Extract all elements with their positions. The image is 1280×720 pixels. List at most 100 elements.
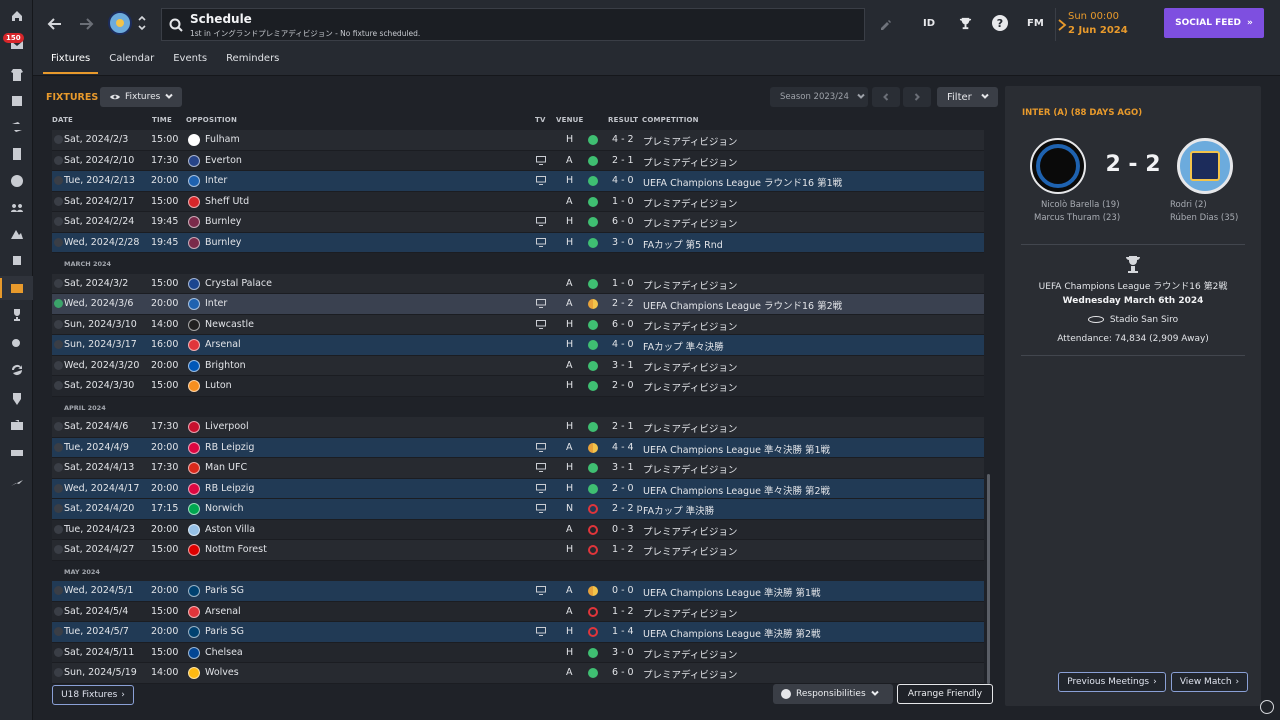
fixture-score[interactable]: 4 - 4 [612, 442, 634, 453]
back-button[interactable] [45, 14, 65, 34]
inter-crest[interactable] [1030, 138, 1086, 194]
opponent-name[interactable]: Brighton [205, 360, 246, 371]
fixture-row[interactable]: Tue, 2024/2/13 20:00 Inter H 4 - 0 UEFA Champ… [52, 171, 984, 192]
man-city-crest[interactable] [1177, 138, 1233, 194]
fixture-competition[interactable]: プレミアディビジョン [643, 155, 737, 169]
fixture-score[interactable]: 0 - 3 [612, 524, 634, 535]
fixture-competition[interactable]: プレミアディビジョン [643, 380, 737, 394]
col-competition[interactable]: COMPETITION [642, 116, 699, 124]
fixture-row[interactable]: Tue, 2024/5/7 20:00 Paris SG H 1 - 4 UEFA Cha… [52, 622, 984, 643]
fixture-score[interactable]: 2 - 0 [612, 483, 634, 494]
opponent-name[interactable]: Everton [205, 155, 242, 166]
rail-squad-planner-button[interactable] [0, 89, 33, 113]
fixture-score[interactable]: 1 - 2 [612, 544, 634, 555]
opponent-name[interactable]: Inter [205, 298, 227, 309]
fixture-score[interactable]: 4 - 0 [612, 339, 634, 350]
fixture-row[interactable]: Sat, 2024/5/4 15:00 Arsenal A 1 - 2 プレミアディビジョ… [52, 601, 984, 622]
u18-fixtures-button[interactable]: U18 Fixtures › [52, 685, 134, 705]
fixture-row[interactable]: Sun, 2024/3/10 14:00 Newcastle H 6 - 0 プレミアディ… [52, 314, 984, 335]
fixture-score[interactable]: 2 - 1 [612, 421, 634, 432]
fixture-competition[interactable]: プレミアディビジョン [643, 421, 737, 435]
fixture-row[interactable]: Sat, 2024/2/17 15:00 Sheff Utd A 1 - 0 プレミアディ… [52, 191, 984, 212]
continue-date[interactable]: Sun 00:00 2 Jun 2024 [1055, 8, 1173, 41]
opponent-name[interactable]: Nottm Forest [205, 544, 267, 555]
rail-competitions-button[interactable] [0, 303, 33, 327]
opponent-name[interactable]: Norwich [205, 503, 243, 514]
rail-transfers-button[interactable] [0, 115, 33, 139]
arrange-friendly-button[interactable]: Arrange Friendly [897, 684, 993, 704]
fm-menu-button[interactable]: FM [1027, 14, 1044, 32]
fixture-score[interactable]: 1 - 4 [612, 626, 634, 637]
fixture-row[interactable]: Sat, 2024/5/11 15:00 Chelsea H 3 - 0 プレミアディビジ… [52, 642, 984, 663]
fixture-row[interactable]: Sat, 2024/2/10 17:30 Everton A 2 - 1 プレミアディビジ… [52, 150, 984, 171]
fixture-row[interactable]: Sun, 2024/5/19 14:00 Wolves A 6 - 0 プレミアディビジョ… [52, 663, 984, 684]
opponent-name[interactable]: Sheff Utd [205, 196, 249, 207]
help-button[interactable]: ? [992, 14, 1008, 32]
fixture-row[interactable]: Sat, 2024/4/6 17:30 Liverpool H 2 - 1 プレミアディビ… [52, 417, 984, 438]
rail-squad-button[interactable] [0, 63, 33, 87]
opponent-name[interactable]: Liverpool [205, 421, 249, 432]
rail-refresh-button[interactable] [0, 358, 33, 382]
rail-schedule-button[interactable] [0, 276, 33, 300]
scrollbar[interactable] [987, 474, 990, 684]
fixture-competition[interactable]: プレミアディビジョン [643, 524, 737, 538]
prev-season-button[interactable] [872, 87, 900, 107]
rail-search-button[interactable] [0, 332, 33, 356]
page-title-bar[interactable]: Schedule 1st in イングランドプレミアディビジョン - No fi… [161, 8, 865, 41]
fixture-score[interactable]: 4 - 2 [612, 134, 634, 145]
fixture-competition[interactable]: UEFA Champions League 準決勝 第1戦 [643, 585, 821, 599]
forward-button[interactable] [76, 14, 96, 34]
fixture-row[interactable]: Sat, 2024/4/20 17:15 Norwich N 2 - 2 p FAカップ … [52, 499, 984, 520]
fixture-score[interactable]: 3 - 1 [612, 360, 634, 371]
tab-calendar[interactable]: Calendar [101, 51, 162, 74]
fixture-score[interactable]: 1 - 0 [612, 196, 634, 207]
fixture-score[interactable]: 2 - 0 [612, 380, 634, 391]
rail-scouting-button[interactable] [0, 142, 33, 166]
fixture-competition[interactable]: プレミアディビジョン [643, 667, 737, 681]
fixture-competition[interactable]: UEFA Champions League ラウンド16 第2戦 [643, 298, 842, 312]
fixture-competition[interactable]: UEFA Champions League ラウンド16 第1戦 [643, 175, 842, 189]
fixture-score[interactable]: 3 - 1 [612, 462, 634, 473]
fixture-competition[interactable]: FAカップ 第5 Rnd [643, 237, 723, 251]
fixture-score[interactable]: 1 - 2 [612, 606, 634, 617]
responsibilities-button[interactable]: Responsibilities [773, 684, 893, 704]
view-match-button[interactable]: View Match › [1171, 672, 1248, 692]
fixture-score[interactable]: 2 - 1 [612, 155, 634, 166]
fixture-row[interactable]: Tue, 2024/4/9 20:00 RB Leipzig A 4 - 4 UEFA C… [52, 437, 984, 458]
fixture-competition[interactable]: プレミアディビジョン [643, 462, 737, 476]
rail-dev-centre-button[interactable] [0, 440, 33, 464]
opponent-name[interactable]: Paris SG [205, 585, 244, 596]
opponent-name[interactable]: Wolves [205, 667, 239, 678]
tab-reminders[interactable]: Reminders [218, 51, 287, 74]
filter-button[interactable]: Filter [937, 87, 998, 107]
tab-events[interactable]: Events [165, 51, 215, 74]
fixture-row[interactable]: Sat, 2024/2/3 15:00 Fulham H 4 - 2 プレミアディビジョン [52, 130, 984, 151]
opponent-name[interactable]: Arsenal [205, 339, 241, 350]
rail-home-button[interactable] [0, 4, 33, 28]
fixture-competition[interactable]: UEFA Champions League 準々決勝 第1戦 [643, 442, 830, 456]
fixture-competition[interactable]: プレミアディビジョン [643, 606, 737, 620]
rail-club-vision-button[interactable] [0, 387, 33, 411]
fixture-competition[interactable]: プレミアディビジョン [643, 360, 737, 374]
club-crest-button[interactable] [108, 11, 132, 35]
opponent-name[interactable]: RB Leipzig [205, 483, 254, 494]
social-feed-button[interactable]: SOCIAL FEED » [1164, 8, 1264, 38]
rail-staff-button[interactable] [0, 195, 33, 219]
col-opposition[interactable]: OPPOSITION [186, 116, 237, 124]
pencil-icon[interactable] [880, 16, 892, 30]
fixture-competition[interactable]: プレミアディビジョン [643, 278, 737, 292]
opponent-name[interactable]: Chelsea [205, 647, 243, 658]
previous-meetings-button[interactable]: Previous Meetings › [1058, 672, 1166, 692]
opponent-name[interactable]: Burnley [205, 237, 241, 248]
fixture-row[interactable]: Wed, 2024/3/6 20:00 Inter A 2 - 2 UEFA Champi… [52, 294, 984, 315]
fixture-row[interactable]: Wed, 2024/3/20 20:00 Brighton A 3 - 1 プレミアディビ… [52, 355, 984, 376]
col-venue[interactable]: VENUE [556, 116, 584, 124]
col-time[interactable]: TIME [152, 116, 172, 124]
fixture-row[interactable]: Wed, 2024/4/17 20:00 RB Leipzig H 2 - 0 UEFA … [52, 478, 984, 499]
rail-data-hub-button[interactable] [0, 169, 33, 193]
col-tv[interactable]: TV [535, 116, 546, 124]
fixture-row[interactable]: Sat, 2024/4/13 17:30 Man UFC H 3 - 1 プレミアディビジ… [52, 458, 984, 479]
club-switcher[interactable] [137, 12, 147, 34]
fixture-score[interactable]: 4 - 0 [612, 175, 634, 186]
fixture-competition[interactable]: プレミアディビジョン [643, 544, 737, 558]
